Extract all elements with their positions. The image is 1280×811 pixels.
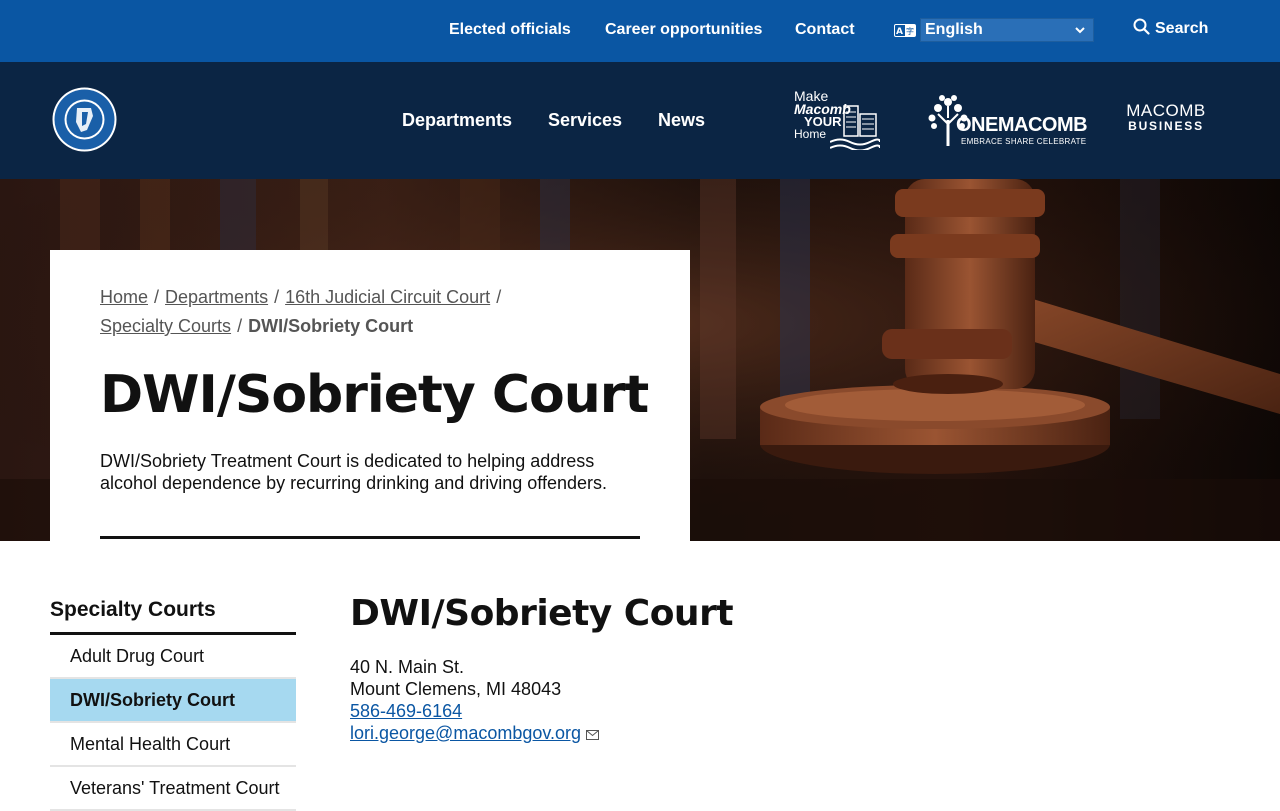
page-title: DWI/Sobriety Court <box>100 365 649 425</box>
sidebar-item-adult-drug-court[interactable]: Adult Drug Court <box>50 635 296 679</box>
email-link[interactable]: lori.george@macombgov.org <box>350 723 581 743</box>
breadcrumb-current: DWI/Sobriety Court <box>248 316 414 336</box>
sidebar-item-dwi-sobriety-court[interactable]: DWI/Sobriety Court <box>50 679 296 723</box>
address-street: 40 N. Main St. <box>350 657 465 677</box>
utility-bar: Elected officials Career opportunities C… <box>0 0 1280 62</box>
breadcrumb-departments[interactable]: Departments <box>165 287 268 307</box>
nav-services[interactable]: Services <box>548 109 622 131</box>
nav-news[interactable]: News <box>658 109 705 131</box>
svg-text:A: A <box>896 27 903 37</box>
sidebar-item-veterans-treatment-court[interactable]: Veterans' Treatment Court <box>50 767 296 811</box>
breadcrumb-specialty-courts[interactable]: Specialty Courts <box>100 316 231 336</box>
breadcrumb: Home / Departments/16th Judicial Circuit C… <box>100 283 640 341</box>
nav-departments[interactable]: Departments <box>402 109 512 131</box>
elected-officials-link[interactable]: Elected officials <box>449 20 571 40</box>
onemacomb-tagline: EMBRACE SHARE CELEBRATE <box>961 137 1087 146</box>
svg-text:字: 字 <box>906 26 914 36</box>
translate-icon: A 字 <box>894 23 916 37</box>
address-city: Mount Clemens, MI 48043 <box>350 679 562 699</box>
hero-divider <box>100 536 640 539</box>
buildings-icon <box>830 105 880 150</box>
content-heading: DWI/Sobriety Court <box>350 593 734 634</box>
macomb-business-logo[interactable]: MACOMB BUSINESS <box>1125 102 1207 136</box>
search-label: Search <box>1155 20 1209 37</box>
macomb-county-seal-logo[interactable] <box>51 86 118 153</box>
language-selector[interactable]: A 字 English <box>894 18 1094 42</box>
contact-address: 40 N. Main St. Mount Clemens, MI 48043 5… <box>350 656 600 745</box>
breadcrumb-separator: / <box>274 287 280 307</box>
breadcrumb-home[interactable]: Home <box>100 287 148 307</box>
sidebar-item-mental-health-court[interactable]: Mental Health Court <box>50 723 296 767</box>
search-button[interactable]: Search <box>1133 18 1208 40</box>
macomb-business-line1: MACOMB <box>1126 101 1206 120</box>
onemacomb-logo[interactable]: ONEMACOMB EMBRACE SHARE CELEBRATE <box>926 94 1088 150</box>
sidebar-title: Specialty Courts <box>50 598 216 621</box>
onemacomb-text: ONEMACOMB <box>956 114 1088 136</box>
macomb-business-line2: BUSINESS <box>1128 119 1204 133</box>
breadcrumb-separator: / <box>496 287 502 307</box>
contact-link[interactable]: Contact <box>795 20 855 40</box>
phone-link[interactable]: 586-469-6164 <box>350 701 462 721</box>
search-icon <box>1133 18 1155 40</box>
hero-card: Home / Departments/16th Judicial Circuit C… <box>50 250 690 541</box>
main-navigation: Departments Services News Make Macomb YO… <box>0 62 1280 179</box>
chevron-down-icon <box>1075 21 1085 39</box>
sidebar-nav: Adult Drug Court DWI/Sobriety Court Ment… <box>50 635 296 811</box>
breadcrumb-circuit-court[interactable]: 16th Judicial Circuit Court <box>285 287 490 307</box>
career-opportunities-link[interactable]: Career opportunities <box>605 20 762 40</box>
page-description: DWI/Sobriety Treatment Court is dedicate… <box>100 451 607 493</box>
language-value: English <box>925 21 983 38</box>
language-select[interactable]: English <box>920 18 1094 42</box>
breadcrumb-separator: / <box>237 316 243 336</box>
hero-banner: Home / Departments/16th Judicial Circuit C… <box>0 179 1280 541</box>
make-macomb-your-home-logo[interactable]: Make Macomb YOUR Home <box>794 89 882 152</box>
mail-icon <box>586 723 600 745</box>
breadcrumb-separator: / <box>154 287 160 307</box>
